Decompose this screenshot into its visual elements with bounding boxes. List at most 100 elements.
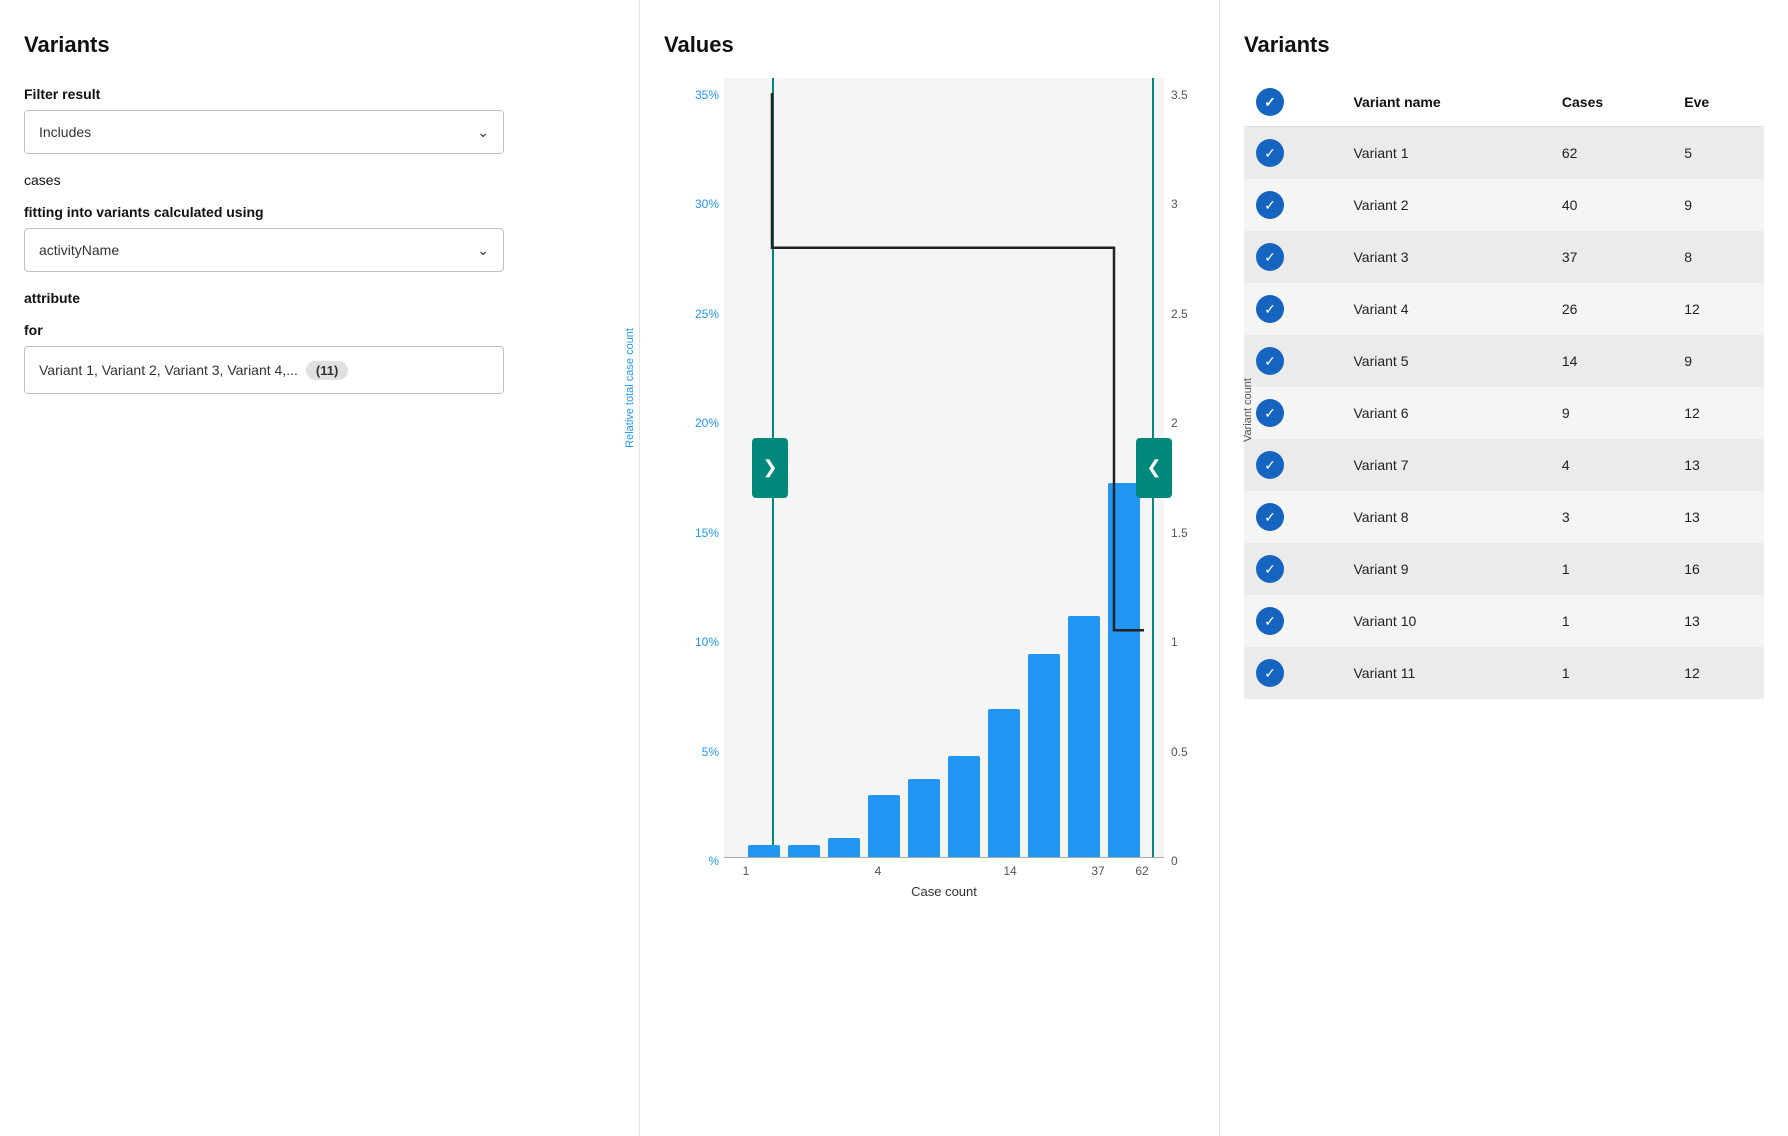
col-header-events: Eve [1672, 78, 1764, 127]
row-variant-name: Variant 8 [1341, 491, 1549, 543]
row-check-icon[interactable]: ✓ [1256, 139, 1284, 167]
filter-result-value: Includes [39, 124, 91, 140]
row-check-cell: ✓ [1244, 335, 1341, 387]
bar-1 [748, 845, 780, 857]
row-events: 12 [1672, 283, 1764, 335]
table-row: ✓ Variant 4 26 12 [1244, 283, 1764, 335]
row-check-icon[interactable]: ✓ [1256, 555, 1284, 583]
bar-7 [988, 709, 1020, 857]
y-right-tick-1: 3.5 [1171, 88, 1188, 102]
table-row: ✓ Variant 11 1 12 [1244, 647, 1764, 699]
table-header-row: ✓ Variant name Cases Eve [1244, 78, 1764, 127]
row-variant-name: Variant 10 [1341, 595, 1549, 647]
attribute-label: attribute [24, 290, 615, 306]
variants-table: ✓ Variant name Cases Eve ✓ Variant 1 62 … [1244, 78, 1764, 699]
row-cases: 4 [1550, 439, 1672, 491]
fitting-chevron-icon: ⌄ [477, 242, 489, 259]
bar-4 [868, 795, 900, 857]
filter-result-dropdown[interactable]: Includes ⌄ [24, 110, 504, 154]
x-tick-10: 62 [1126, 864, 1158, 878]
row-cases: 14 [1550, 335, 1672, 387]
bar-8 [1028, 654, 1060, 857]
x-tick-6 [950, 864, 982, 878]
row-cases: 1 [1550, 647, 1672, 699]
row-check-icon[interactable]: ✓ [1256, 243, 1284, 271]
table-row: ✓ Variant 5 14 9 [1244, 335, 1764, 387]
filter-result-chevron-icon: ⌄ [477, 124, 489, 141]
y-left-tick-4: 20% [695, 416, 719, 430]
row-events: 5 [1672, 127, 1764, 180]
table-row: ✓ Variant 6 9 12 [1244, 387, 1764, 439]
row-events: 8 [1672, 231, 1764, 283]
fitting-value: activityName [39, 242, 119, 258]
row-variant-name: Variant 11 [1341, 647, 1549, 699]
y-right-tick-6: 1 [1171, 635, 1178, 649]
header-check-icon[interactable]: ✓ [1256, 88, 1284, 116]
y-right-tick-7: 0.5 [1171, 745, 1188, 759]
row-check-cell: ✓ [1244, 543, 1341, 595]
y-axis-right-label: Variant count [1242, 378, 1254, 442]
row-check-icon[interactable]: ✓ [1256, 191, 1284, 219]
row-variant-name: Variant 5 [1341, 335, 1549, 387]
row-events: 13 [1672, 439, 1764, 491]
row-check-cell: ✓ [1244, 231, 1341, 283]
attribute-group: attribute [24, 290, 615, 306]
row-check-icon[interactable]: ✓ [1256, 659, 1284, 687]
row-variant-name: Variant 3 [1341, 231, 1549, 283]
row-events: 12 [1672, 387, 1764, 439]
table-row: ✓ Variant 1 62 5 [1244, 127, 1764, 180]
for-group: for Variant 1, Variant 2, Variant 3, Var… [24, 322, 615, 394]
row-check-icon[interactable]: ✓ [1256, 451, 1284, 479]
table-row: ✓ Variant 3 37 8 [1244, 231, 1764, 283]
y-right-tick-8: 0 [1171, 854, 1178, 868]
col-header-cases: Cases [1550, 78, 1672, 127]
y-axis-left-label: Relative total case count [624, 328, 636, 448]
bar-5 [908, 779, 940, 857]
y-left-tick-1: 35% [695, 88, 719, 102]
y-right-tick-2: 3 [1171, 197, 1178, 211]
row-check-icon[interactable]: ✓ [1256, 295, 1284, 323]
bar-2 [788, 845, 820, 857]
fitting-label: fitting into variants calculated using [24, 204, 615, 220]
row-check-icon[interactable]: ✓ [1256, 347, 1284, 375]
row-events: 13 [1672, 491, 1764, 543]
row-events: 9 [1672, 335, 1764, 387]
fitting-dropdown[interactable]: activityName ⌄ [24, 228, 504, 272]
row-variant-name: Variant 7 [1341, 439, 1549, 491]
row-cases: 1 [1550, 595, 1672, 647]
x-tick-2 [774, 864, 806, 878]
row-events: 9 [1672, 179, 1764, 231]
y-right-tick-4: 2 [1171, 416, 1178, 430]
row-variant-name: Variant 2 [1341, 179, 1549, 231]
x-tick-9: 37 [1082, 864, 1114, 878]
row-cases: 62 [1550, 127, 1672, 180]
x-tick-1: 1 [730, 864, 762, 878]
middle-panel: Values 35% 30% 25% 20% 15% 10% 5% % Rela… [640, 0, 1220, 1136]
arrow-right-button[interactable]: ❮ [1136, 438, 1172, 498]
y-left-tick-5: 15% [695, 526, 719, 540]
row-check-icon[interactable]: ✓ [1256, 503, 1284, 531]
right-panel-title: Variants [1244, 32, 1764, 58]
x-tick-7: 14 [994, 864, 1026, 878]
arrow-left-button[interactable]: ❯ [752, 438, 788, 498]
x-axis-label: Case count [724, 884, 1164, 899]
x-tick-5 [906, 864, 938, 878]
row-check-icon[interactable]: ✓ [1256, 399, 1284, 427]
fitting-group: fitting into variants calculated using a… [24, 204, 615, 272]
left-panel-title: Variants [24, 32, 615, 58]
row-cases: 1 [1550, 543, 1672, 595]
right-panel: Variants ✓ Variant name Cases Eve ✓ Vari… [1220, 0, 1788, 1136]
x-tick-8 [1038, 864, 1070, 878]
row-variant-name: Variant 9 [1341, 543, 1549, 595]
chart-area: 35% 30% 25% 20% 15% 10% 5% % Relative to… [664, 78, 1184, 978]
for-variants-text: Variant 1, Variant 2, Variant 3, Variant… [39, 362, 298, 378]
row-cases: 26 [1550, 283, 1672, 335]
chart-plot-wrapper: ❯ ❮ 3.5 3 2.5 2 1.5 1 0.5 0 Variant coun… [724, 78, 1164, 858]
filter-result-group: Filter result Includes ⌄ [24, 86, 615, 154]
cases-group: cases [24, 172, 615, 188]
y-left-tick-7: 5% [702, 745, 719, 759]
table-row: ✓ Variant 8 3 13 [1244, 491, 1764, 543]
row-check-cell: ✓ [1244, 647, 1341, 699]
row-check-icon[interactable]: ✓ [1256, 607, 1284, 635]
chart-title: Values [664, 32, 1195, 58]
